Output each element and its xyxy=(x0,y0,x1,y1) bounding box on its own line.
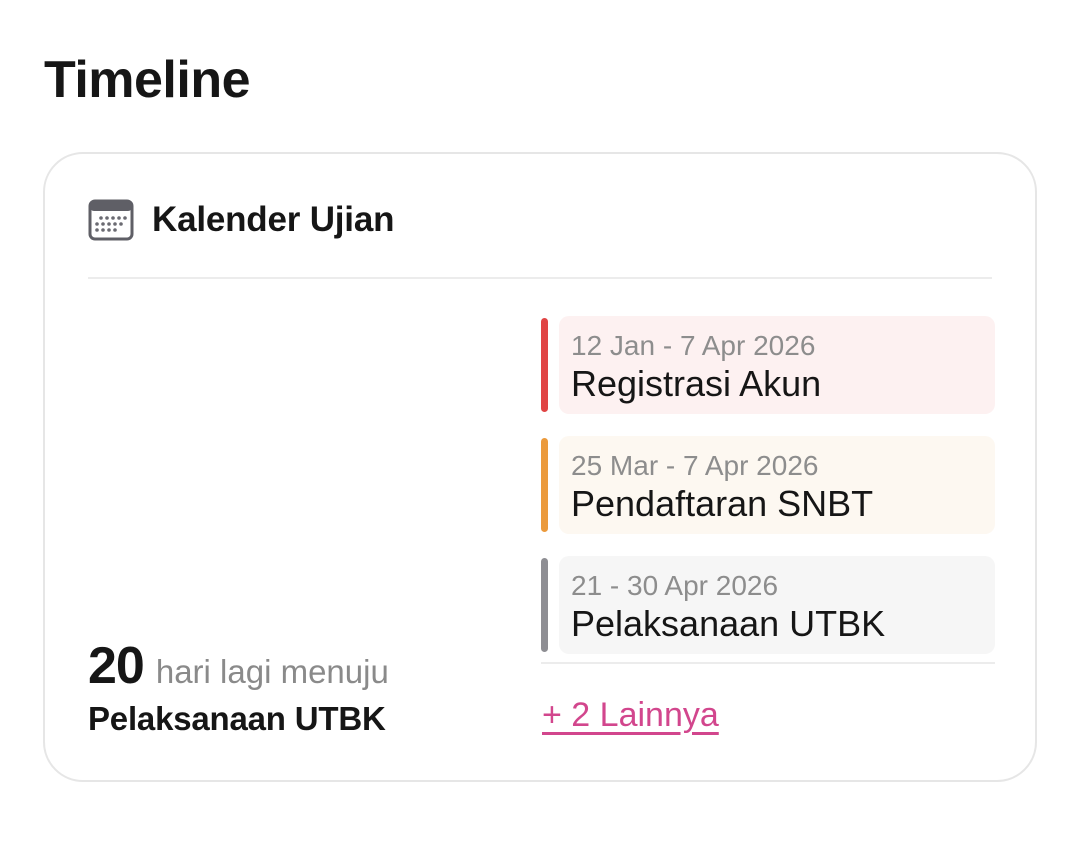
event-date: 21 - 30 Apr 2026 xyxy=(571,570,779,601)
event-accent-bar xyxy=(541,318,548,412)
event-card: 25 Mar - 7 Apr 2026 Pendaftaran SNBT xyxy=(559,436,995,534)
calendar-icon xyxy=(88,199,134,241)
countdown: 20 hari lagi menuju Pelaksanaan UTBK xyxy=(88,638,389,738)
more-events-link[interactable]: + 2 Lainnya xyxy=(542,696,719,735)
event-accent-bar xyxy=(541,558,548,652)
exam-calendar-card: Kalender Ujian 20 hari lagi menuju Pelak… xyxy=(43,152,1037,782)
countdown-text: hari lagi menuju xyxy=(155,653,389,690)
event-name: Pelaksanaan UTBK xyxy=(571,603,886,644)
event-name: Registrasi Akun xyxy=(571,363,822,404)
timeline-page: Timeline Kalender Ujian 20 hari lagi men… xyxy=(0,0,1080,842)
event-item[interactable]: 25 Mar - 7 Apr 2026 Pendaftaran SNBT xyxy=(541,436,995,534)
event-list: 12 Jan - 7 Apr 2026 Registrasi Akun 25 M… xyxy=(541,316,995,676)
event-card: 21 - 30 Apr 2026 Pelaksanaan UTBK xyxy=(559,556,995,654)
event-card: 12 Jan - 7 Apr 2026 Registrasi Akun xyxy=(559,316,995,414)
countdown-target: Pelaksanaan UTBK xyxy=(88,700,386,737)
event-date: 25 Mar - 7 Apr 2026 xyxy=(571,450,819,481)
event-date: 12 Jan - 7 Apr 2026 xyxy=(571,330,816,361)
header-divider xyxy=(88,277,992,279)
countdown-days: 20 xyxy=(88,637,145,695)
event-name: Pendaftaran SNBT xyxy=(571,483,874,524)
card-header: Kalender Ujian xyxy=(88,199,395,241)
page-title: Timeline xyxy=(44,51,251,109)
event-item[interactable]: 12 Jan - 7 Apr 2026 Registrasi Akun xyxy=(541,316,995,414)
event-item[interactable]: 21 - 30 Apr 2026 Pelaksanaan UTBK xyxy=(541,556,995,654)
event-accent-bar xyxy=(541,438,548,532)
events-divider xyxy=(541,662,995,664)
card-title: Kalender Ujian xyxy=(152,200,395,239)
